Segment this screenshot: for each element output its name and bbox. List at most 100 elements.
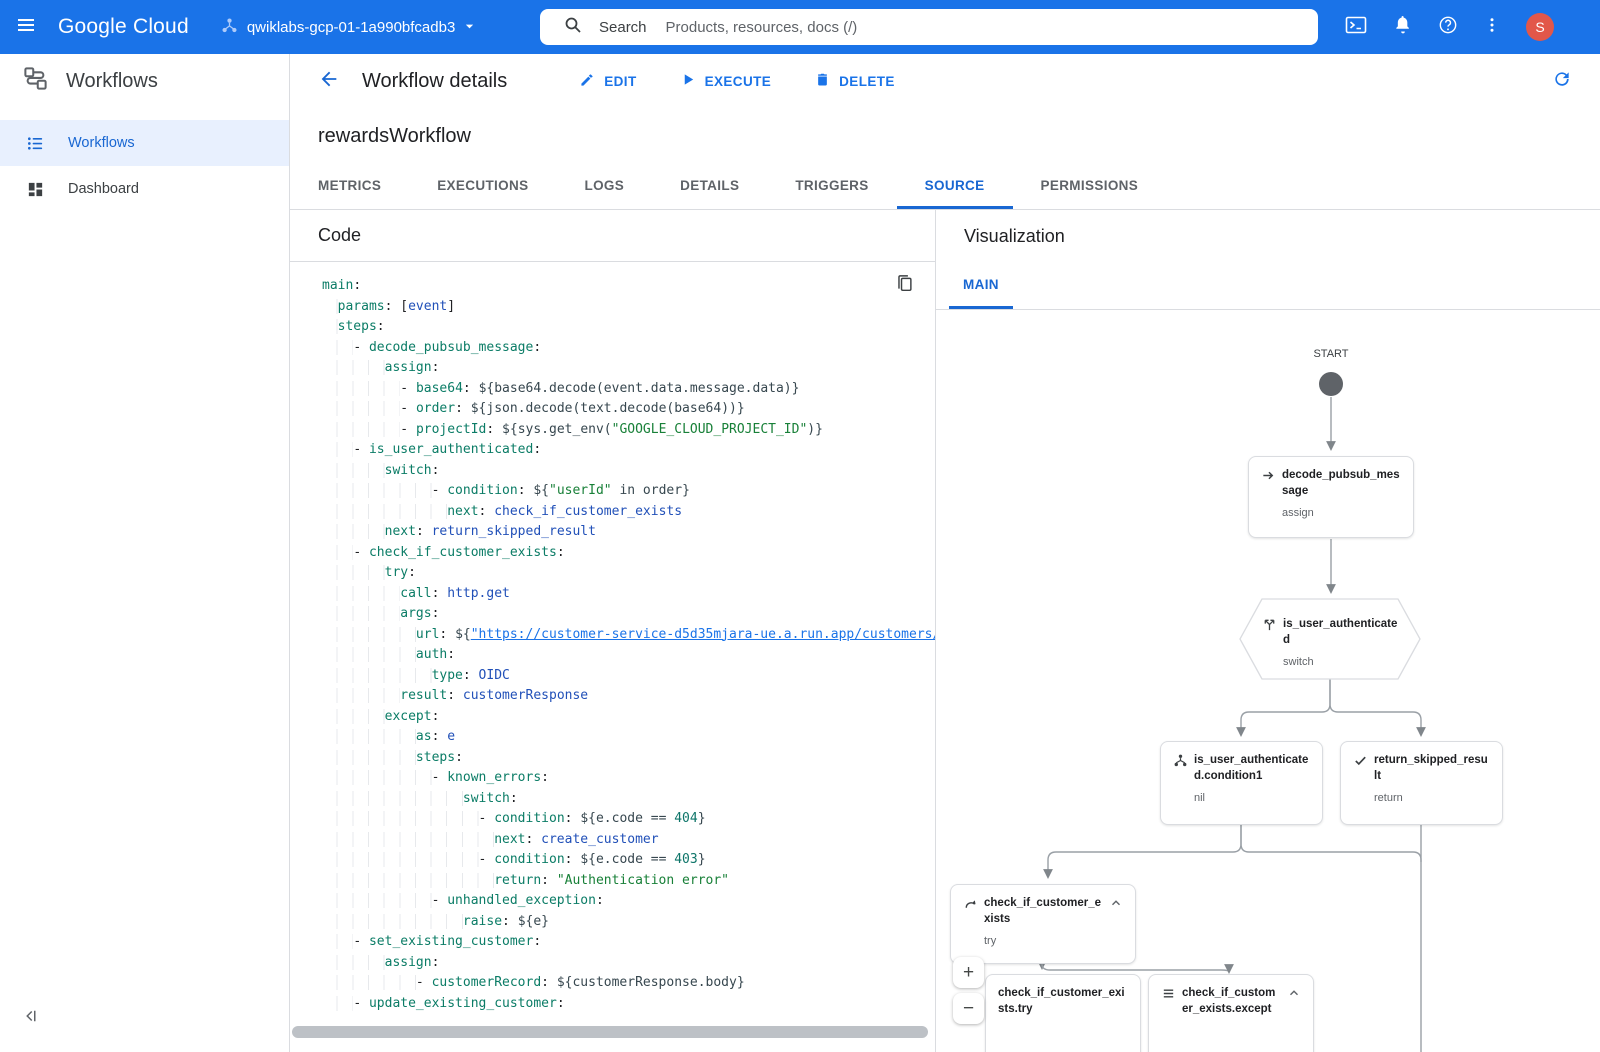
code-line: next: return_skipped_result — [322, 522, 935, 543]
execute-button[interactable]: EXECUTE — [681, 72, 772, 90]
more-vertical-icon — [1483, 16, 1501, 39]
start-node[interactable] — [1319, 372, 1343, 396]
code-line: assign: — [322, 358, 935, 379]
list-icon — [26, 134, 45, 153]
more-button[interactable] — [1483, 16, 1501, 39]
code-line: as: e — [322, 727, 935, 748]
brand-logo[interactable]: Google Cloud — [58, 15, 189, 39]
code-line: raise: ${e} — [322, 912, 935, 933]
try-icon — [963, 896, 978, 911]
tab-metrics[interactable]: METRICS — [290, 165, 409, 209]
search-icon — [564, 16, 582, 39]
code-line: steps: — [322, 317, 935, 338]
tab-main[interactable]: MAIN — [949, 262, 1013, 309]
code-horizontal-scrollbar[interactable] — [292, 1026, 928, 1038]
node-title: check_if_customer_exists.except — [1182, 985, 1281, 1018]
collapse-sidebar-icon — [22, 1012, 40, 1029]
zoom-out-button[interactable]: − — [953, 993, 984, 1024]
workflow-node-check[interactable]: check_if_customer_existstry — [950, 884, 1136, 964]
node-sublabel: nil — [1194, 792, 1310, 804]
workflow-node-try[interactable]: check_if_customer_exists.try — [985, 974, 1141, 1052]
help-button[interactable] — [1438, 15, 1458, 40]
refresh-icon — [1552, 69, 1572, 94]
chevron-up-icon[interactable] — [1287, 986, 1301, 1000]
sidebar-header: Workflows — [0, 54, 290, 108]
code-line: - condition: ${e.code == 404} — [322, 809, 935, 830]
sidebar: WorkflowsDashboard — [0, 108, 290, 1052]
node-title: return_skipped_result — [1374, 752, 1490, 785]
code-line: args: — [322, 604, 935, 625]
caret-down-icon — [464, 19, 475, 36]
workflow-node-cond1[interactable]: is_user_authenticated.condition1nil — [1160, 741, 1323, 825]
code-line: - set_existing_customer: — [322, 932, 935, 953]
code-line: auth: — [322, 645, 935, 666]
node-sublabel: try — [984, 935, 1123, 947]
terminal-icon — [1344, 13, 1368, 42]
sidebar-item-dashboard[interactable]: Dashboard — [0, 166, 289, 212]
code-line: main: — [322, 276, 935, 297]
workflow-node-except[interactable]: check_if_customer_exists.except — [1148, 974, 1314, 1052]
visualization-panel: Visualization MAIN — [935, 210, 1600, 1052]
project-icon — [221, 17, 238, 38]
code-line: - base64: ${base64.decode(event.data.mes… — [322, 379, 935, 400]
tab-executions[interactable]: EXECUTIONS — [409, 165, 556, 209]
help-icon — [1438, 15, 1458, 40]
zoom-in-button[interactable]: + — [953, 957, 984, 988]
workflow-node-skip[interactable]: return_skipped_resultreturn — [1340, 741, 1503, 825]
node-title: is_user_authenticated — [1283, 616, 1402, 649]
tab-source[interactable]: SOURCE — [897, 165, 1013, 209]
menu-button[interactable] — [0, 15, 52, 40]
node-sublabel: switch — [1283, 656, 1402, 668]
page-title: Workflow details — [362, 70, 507, 93]
search-label: Search — [599, 19, 647, 36]
sidebar-nav: WorkflowsDashboard — [0, 108, 289, 212]
code-content[interactable]: main: params: [event] steps: - decode_pu… — [290, 263, 935, 1052]
cloud-shell-button[interactable] — [1344, 13, 1368, 42]
code-line: - order: ${json.decode(text.decode(base6… — [322, 399, 935, 420]
workflow-name: rewardsWorkflow — [290, 108, 1600, 165]
code-title: Code — [290, 210, 935, 262]
chevron-up-icon[interactable] — [1109, 896, 1123, 910]
back-button[interactable] — [318, 68, 340, 95]
code-line: - update_existing_customer: — [322, 994, 935, 1015]
node-sublabel: assign — [1282, 507, 1401, 519]
code-line: params: [event] — [322, 297, 935, 318]
code-line: return: "Authentication error" — [322, 871, 935, 892]
code-panel: Code main: params: [event] steps: - deco… — [290, 210, 935, 1052]
tab-logs[interactable]: LOGS — [556, 165, 652, 209]
visualization-tabs: MAIN — [936, 262, 1600, 310]
notifications-button[interactable] — [1393, 15, 1413, 40]
tab-permissions[interactable]: PERMISSIONS — [1013, 165, 1167, 209]
edit-button[interactable]: EDIT — [579, 72, 636, 91]
code-line: switch: — [322, 789, 935, 810]
code-line: switch: — [322, 461, 935, 482]
project-name: qwiklabs-gcp-01-1a990bfcadb3 — [247, 19, 455, 36]
app-title: Workflows — [66, 70, 158, 93]
switch-icon — [1262, 617, 1277, 632]
hamburger-icon — [16, 15, 36, 40]
bell-icon — [1393, 15, 1413, 40]
tab-details[interactable]: DETAILS — [652, 165, 767, 209]
delete-button[interactable]: DELETE — [815, 71, 895, 91]
copy-button[interactable] — [896, 274, 913, 298]
node-title: check_if_customer_exists — [984, 895, 1103, 928]
code-line: - customerRecord: ${customerResponse.bod… — [322, 973, 935, 994]
workflow-node-auth[interactable]: is_user_authenticatedswitch — [1258, 610, 1406, 672]
condition-icon — [1173, 753, 1188, 768]
collapse-sidebar-button[interactable] — [22, 1007, 40, 1030]
node-title: check_if_customer_exists.try — [998, 985, 1128, 1018]
tab-triggers[interactable]: TRIGGERS — [767, 165, 896, 209]
dashboard-icon — [26, 180, 45, 199]
workflows-app-icon — [22, 65, 49, 97]
pencil-icon — [579, 72, 595, 91]
code-line: - unhandled_exception: — [322, 891, 935, 912]
node-sublabel: return — [1374, 792, 1490, 804]
refresh-button[interactable] — [1552, 69, 1572, 94]
search-bar[interactable]: Search Products, resources, docs (/) — [540, 9, 1318, 45]
project-selector[interactable]: qwiklabs-gcp-01-1a990bfcadb3 — [221, 17, 475, 38]
sidebar-item-workflows[interactable]: Workflows — [0, 120, 289, 166]
workflow-node-decode[interactable]: decode_pubsub_messageassign — [1248, 456, 1414, 538]
avatar[interactable]: S — [1526, 13, 1554, 41]
visualization-title: Visualization — [936, 210, 1600, 262]
node-title: decode_pubsub_message — [1282, 467, 1401, 500]
